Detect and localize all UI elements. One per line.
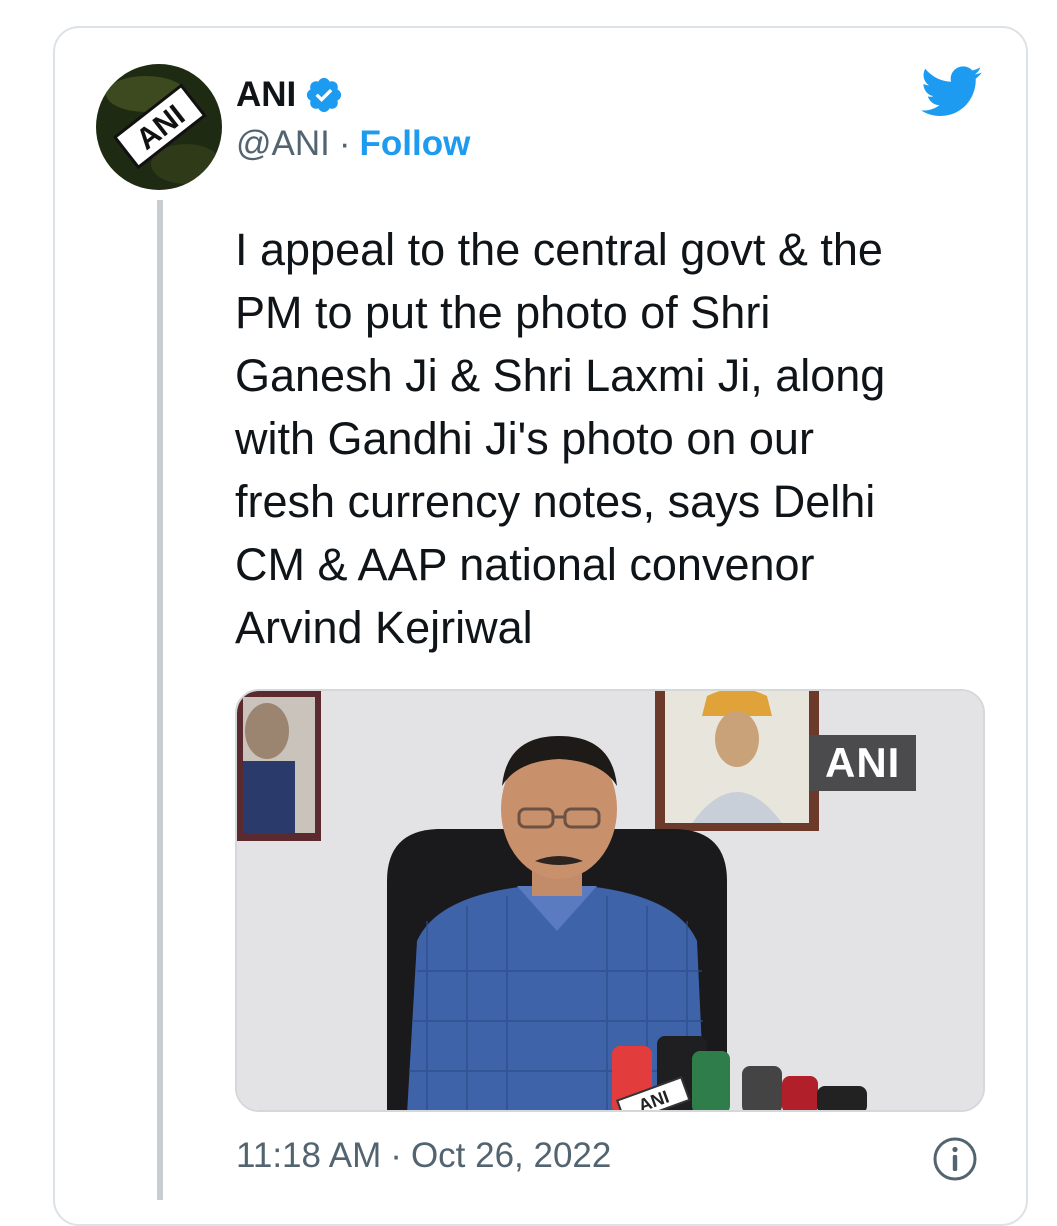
author-handle-row: @ANI · Follow	[236, 124, 470, 164]
tweet-timestamp[interactable]: 11:18 AM · Oct 26, 2022	[236, 1136, 611, 1176]
thread-line	[157, 200, 163, 1200]
tweet-time[interactable]: 11:18 AM	[236, 1136, 381, 1176]
info-icon[interactable]	[932, 1136, 978, 1182]
verified-badge-icon	[307, 77, 342, 113]
author-name[interactable]: ANI	[236, 75, 296, 115]
author-avatar[interactable]: ANI	[96, 64, 222, 190]
tweet-date[interactable]: Oct 26, 2022	[411, 1136, 611, 1176]
ani-watermark: ANI	[809, 735, 917, 791]
tweet-text: I appeal to the central govt & the PM to…	[235, 224, 886, 653]
author-handle[interactable]: @ANI	[236, 124, 330, 164]
timestamp-separator: ·	[390, 1136, 402, 1175]
twitter-bird-icon[interactable]	[921, 66, 983, 118]
separator-dot: ·	[338, 124, 351, 163]
tweet-media-image[interactable]: ANI ANI	[235, 689, 985, 1112]
author-name-row: ANI	[236, 72, 344, 118]
follow-link[interactable]: Follow	[360, 124, 471, 164]
